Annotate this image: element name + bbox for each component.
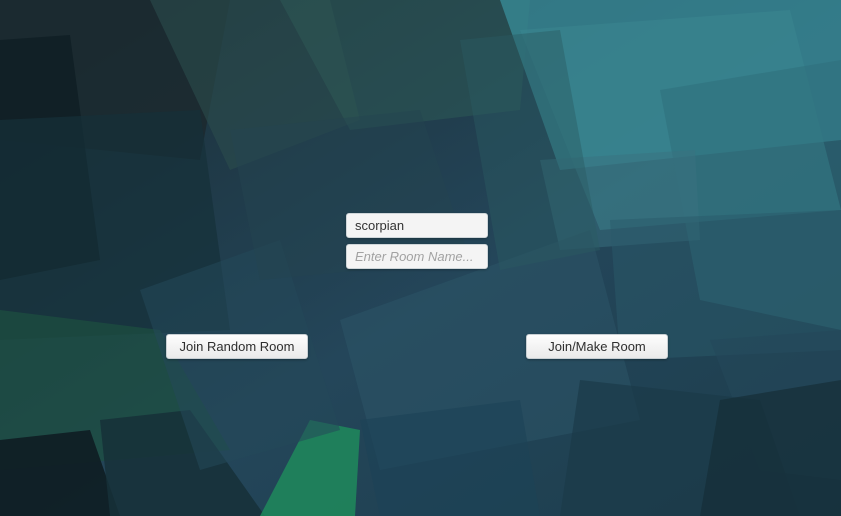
join-random-room-button[interactable]: Join Random Room bbox=[166, 334, 308, 359]
join-make-room-button[interactable]: Join/Make Room bbox=[526, 334, 668, 359]
room-name-input[interactable] bbox=[346, 244, 488, 269]
player-name-input[interactable] bbox=[346, 213, 488, 238]
